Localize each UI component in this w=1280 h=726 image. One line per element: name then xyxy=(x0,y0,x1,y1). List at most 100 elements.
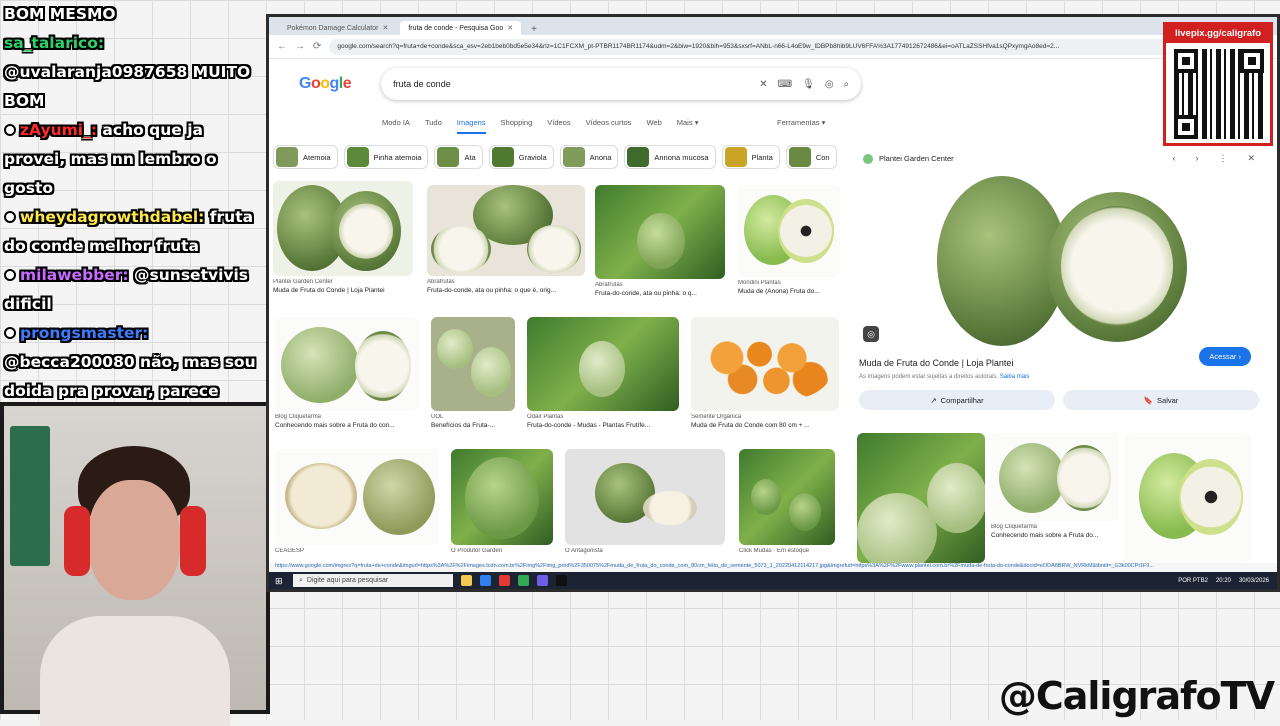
result-card[interactable]: Blog Cliquefarma Conhecendo mais sobre a… xyxy=(275,317,419,429)
related-card[interactable] xyxy=(1125,433,1251,563)
related-card[interactable]: Blog Cliquefarma Conhecendo mais sobre a… xyxy=(991,433,1119,539)
streamer xyxy=(40,446,230,726)
visit-button[interactable]: Acessar › xyxy=(1199,347,1251,366)
result-image[interactable] xyxy=(431,317,515,411)
result-title[interactable]: Muda de (Anona) Fruta do... xyxy=(738,288,840,295)
clear-icon[interactable]: ✕ xyxy=(759,79,767,90)
result-card[interactable]: Odair Plantas Fruta-do-conde - Mudas - P… xyxy=(527,317,679,429)
url-field[interactable]: google.com/search?q=fruta+de+conde&sca_e… xyxy=(329,38,1269,55)
share-button[interactable]: ↗ Compartilhar xyxy=(859,390,1055,410)
clock-date[interactable]: 30/03/2026 xyxy=(1239,578,1269,584)
result-image[interactable] xyxy=(273,181,413,276)
result-image[interactable] xyxy=(427,185,585,276)
close-icon[interactable]: ✕ xyxy=(382,24,388,32)
related-image[interactable] xyxy=(857,433,985,563)
tab-videos-curtos[interactable]: Vídeos curtos xyxy=(586,118,632,127)
tab-shopping[interactable]: Shopping xyxy=(501,118,533,127)
lens-icon[interactable]: ◎ xyxy=(863,326,879,342)
related-image[interactable] xyxy=(991,433,1119,521)
back-icon[interactable]: ← xyxy=(277,41,287,52)
obs-icon[interactable] xyxy=(556,575,567,586)
file-explorer-icon[interactable] xyxy=(461,575,472,586)
close-icon[interactable]: ✕ xyxy=(507,24,513,32)
result-image[interactable] xyxy=(275,449,439,545)
search-input[interactable]: fruta de conde xyxy=(393,79,749,89)
tab-tudo[interactable]: Tudo xyxy=(425,118,442,127)
result-card[interactable]: Click Mudas · Em estoque xyxy=(739,449,835,554)
search-icon: ⌕ xyxy=(299,576,303,584)
filter-chip[interactable]: Atemoia xyxy=(273,145,338,169)
tab-modo-ia[interactable]: Modo IA xyxy=(382,118,410,127)
search-icon[interactable]: ⌕ xyxy=(844,79,850,90)
result-image[interactable] xyxy=(565,449,725,545)
result-title[interactable]: Benefícios da Fruta-... xyxy=(431,422,515,429)
result-card[interactable]: UOL Benefícios da Fruta-... xyxy=(431,317,515,429)
result-card[interactable]: O Antagonista xyxy=(565,449,725,554)
result-card[interactable]: Abrafrutas Fruta-do-conde, ata ou pinha:… xyxy=(427,185,585,294)
result-image[interactable] xyxy=(691,317,839,411)
result-title[interactable]: Fruta-do-conde, ata ou pinha: o q... xyxy=(595,290,725,297)
google-logo[interactable]: Google xyxy=(299,75,352,93)
result-title[interactable]: Muda de Fruta do Conde com 80 cm + ... xyxy=(691,422,839,429)
taskbar-search[interactable]: ⌕ Digite aqui para pesquisar xyxy=(293,574,453,587)
save-button[interactable]: 🔖 Salvar xyxy=(1063,390,1259,410)
filter-chip[interactable]: Graviola xyxy=(488,145,554,169)
tab-imagens[interactable]: Imagens xyxy=(456,118,486,134)
app-icon[interactable] xyxy=(499,575,510,586)
result-image[interactable] xyxy=(595,185,725,279)
microphone-icon[interactable]: 🎙 xyxy=(802,79,815,90)
windows-start-icon[interactable]: ⊞ xyxy=(275,576,285,586)
filter-chip[interactable]: Anona xyxy=(559,145,619,169)
related-card[interactable] xyxy=(857,433,985,563)
result-title[interactable]: Conhecendo mais sobre a Fruta do con... xyxy=(275,422,419,429)
result-image[interactable] xyxy=(739,449,835,545)
related-image[interactable] xyxy=(1125,433,1251,563)
more-options-icon[interactable]: ⋮ xyxy=(1218,153,1227,164)
tools-button[interactable]: Ferramentas ▾ xyxy=(777,118,825,127)
result-image[interactable] xyxy=(527,317,679,411)
url-text: google.com/search?q=fruta+de+conde&sca_e… xyxy=(337,43,1060,50)
result-card[interactable]: Semente Orgânica Muda de Fruta do Conde … xyxy=(691,317,839,429)
result-card[interactable]: Abrafrutas Fruta-do-conde, ata ou pinha:… xyxy=(595,185,725,297)
chevron-right-icon[interactable]: › xyxy=(1195,153,1198,164)
result-image[interactable] xyxy=(738,185,840,277)
result-card[interactable]: O Produtor Garden xyxy=(451,449,553,554)
discord-icon[interactable] xyxy=(537,575,548,586)
search-box[interactable]: fruta de conde ✕ ⌨ 🎙 ◎ ⌕ xyxy=(381,68,861,100)
tab-web[interactable]: Web xyxy=(646,118,661,127)
edge-icon[interactable] xyxy=(480,575,491,586)
result-card[interactable]: Mondini Plantas Muda de (Anona) Fruta do… xyxy=(738,185,840,295)
new-tab-icon[interactable]: + xyxy=(525,24,543,35)
forward-icon[interactable]: → xyxy=(295,41,305,52)
tab-videos[interactable]: Vídeos xyxy=(547,118,570,127)
lens-icon[interactable]: ◎ xyxy=(825,79,834,90)
reload-icon[interactable]: ⟳ xyxy=(313,41,321,52)
tab-pokemon-calculator[interactable]: Pokémon Damage Calculator ✕ xyxy=(279,21,396,35)
language-indicator[interactable]: POR PTB2 xyxy=(1178,578,1208,584)
result-image[interactable] xyxy=(275,317,419,411)
chrome-icon[interactable] xyxy=(518,575,529,586)
filter-chip[interactable]: Con xyxy=(785,145,837,169)
learn-more-link[interactable]: Saiba mais xyxy=(1000,374,1030,380)
tab-mais[interactable]: Mais ▾ xyxy=(677,118,699,127)
preview-image[interactable]: ◎ xyxy=(857,172,1261,352)
browser-window: Pokémon Damage Calculator ✕ fruta de cond… xyxy=(266,14,1280,592)
clock-time[interactable]: 20:20 xyxy=(1216,578,1231,584)
filter-chip[interactable]: Planta xyxy=(721,145,780,169)
filter-chip[interactable]: Annona mucosa xyxy=(624,145,716,169)
result-title[interactable]: Muda de Fruta do Conde | Loja Plantei xyxy=(273,287,413,294)
close-icon[interactable]: ✕ xyxy=(1247,153,1255,164)
chevron-left-icon[interactable]: ‹ xyxy=(1172,153,1175,164)
filter-chip[interactable]: Pinha atemoia xyxy=(343,145,429,169)
filter-chip[interactable]: Ata xyxy=(434,145,483,169)
result-card[interactable]: Plantei Garden Center Muda de Fruta do C… xyxy=(273,181,413,294)
keyboard-icon[interactable]: ⌨ xyxy=(778,79,792,90)
result-title[interactable]: Fruta-do-conde, ata ou pinha: o que é, o… xyxy=(427,287,585,294)
result-image[interactable] xyxy=(451,449,553,545)
panel-site-name[interactable]: Plantei Garden Center xyxy=(879,154,954,163)
panel-header: Plantei Garden Center ‹ › ⋮ ✕ xyxy=(853,145,1265,172)
tab-google-search[interactable]: fruta de conde - Pesquisa Goo ✕ xyxy=(400,21,522,35)
result-title[interactable]: Fruta-do-conde - Mudas - Plantas Frutífe… xyxy=(527,422,679,429)
result-card[interactable]: CEAGESP xyxy=(275,449,439,554)
related-title[interactable]: Conhecendo mais sobre a Fruta do... xyxy=(991,532,1119,539)
